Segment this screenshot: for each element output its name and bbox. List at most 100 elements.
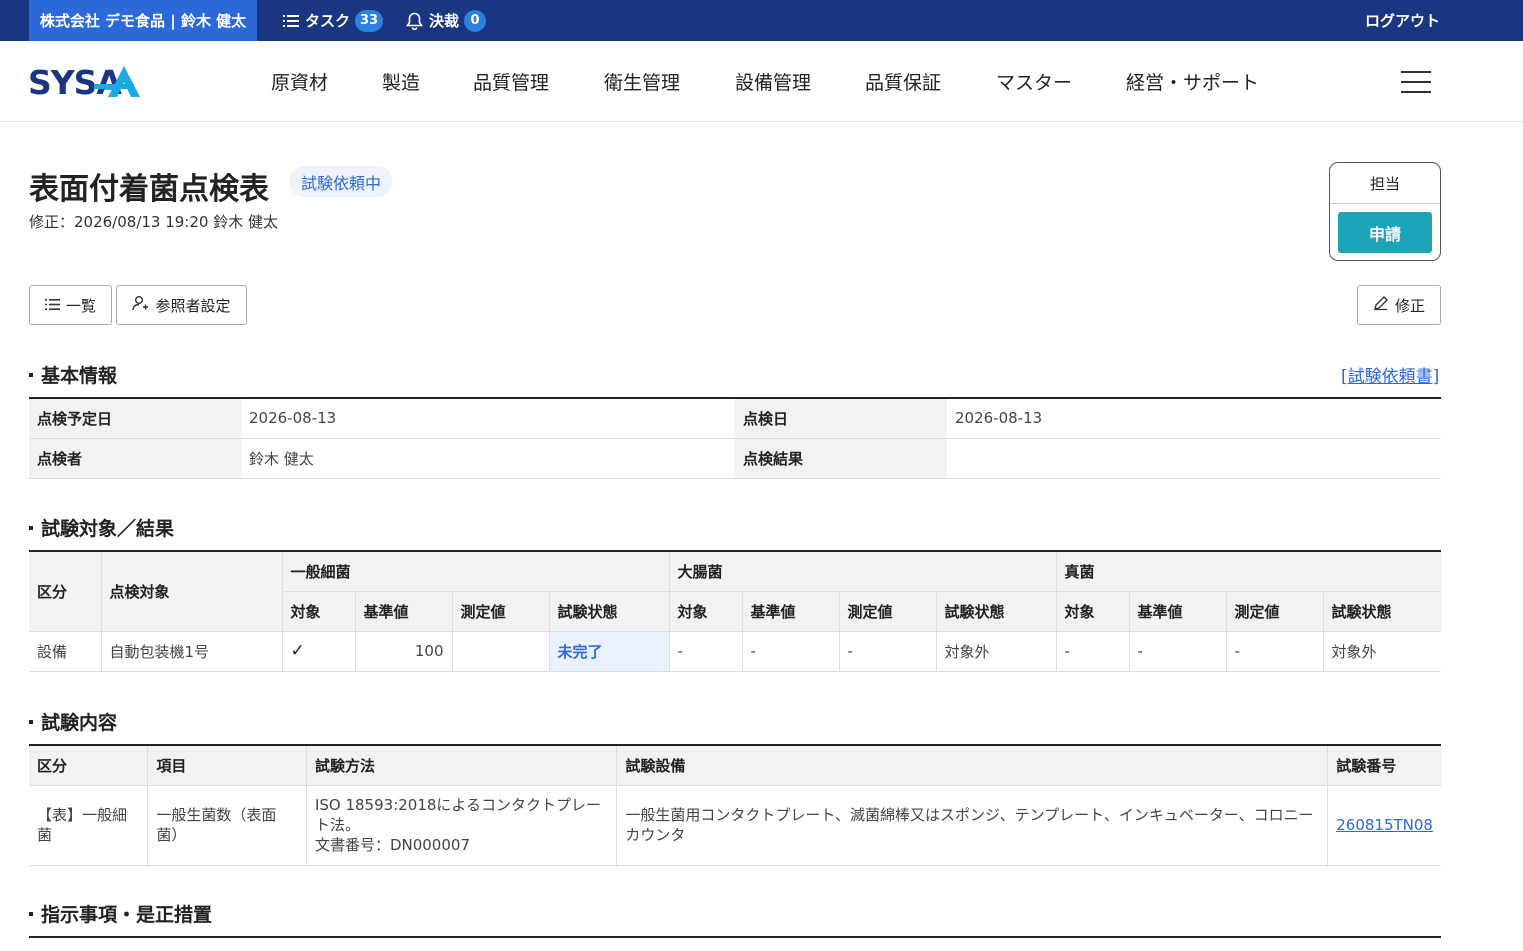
list-icon [44, 296, 60, 314]
target-cell: - [669, 631, 743, 672]
add-user-icon [132, 295, 149, 316]
inspection-result-value [947, 438, 1441, 479]
sub-header: 基準値 [742, 591, 840, 632]
sub-header: 測定値 [1226, 591, 1324, 632]
standard-value: - [1129, 631, 1227, 672]
list-button[interactable]: 一覧 [29, 285, 112, 325]
basic-info-table: 点検予定日 2026-08-13 点検日 2026-08-13 点検者 鈴木 健… [29, 397, 1441, 479]
group-coliform: 大腸菌 [669, 551, 1057, 592]
standard-value: - [742, 631, 840, 672]
check-mark: ✓ [282, 631, 356, 672]
nav-quality-assurance[interactable]: 品質保証 [865, 41, 941, 122]
table-header-row: 区分 点検対象 一般細菌 大腸菌 真菌 [29, 551, 1441, 632]
sub-header: 測定値 [839, 591, 937, 632]
nav-management-support[interactable]: 経営・サポート [1126, 41, 1259, 122]
approval-box: 担当 申請 [1329, 162, 1441, 261]
top-bar: 株式会社 デモ食品 | 鈴木 健太 タスク 33 決裁 0 ログアウト [0, 0, 1523, 41]
content-method: ISO 18593:2018によるコンタクトプレート法。 文書番号：DN0000… [306, 785, 618, 866]
approval-count-badge: 0 [464, 9, 487, 32]
approval-link[interactable]: 決裁 0 [406, 0, 487, 41]
test-content-table: 区分 項目 試験方法 試験設備 試験番号 【表】一般細菌 一般生菌数（表面菌） … [29, 744, 1441, 866]
content-equipment: 一般生菌用コンタクトプレート、滅菌綿棒又はスポンジ、テンプレート、インキュベータ… [616, 785, 1329, 866]
viewer-settings-label: 参照者設定 [155, 296, 231, 315]
nav-equipment[interactable]: 設備管理 [735, 41, 811, 122]
inspector-label: 点検者 [29, 438, 241, 479]
list-button-label: 一覧 [65, 296, 96, 315]
bell-icon [406, 12, 423, 30]
col-item: 項目 [147, 745, 307, 786]
inspector-value: 鈴木 健太 [241, 438, 735, 479]
edit-button-label: 修正 [1394, 296, 1425, 315]
standard-value: 100 [355, 631, 453, 672]
test-content-title: 試験内容 [29, 708, 117, 735]
inspection-date-label: 点検日 [735, 398, 947, 439]
hamburger-menu-icon[interactable] [1401, 71, 1431, 93]
results-title: 試験対象／結果 [29, 514, 174, 541]
document-number: 文書番号：DN000007 [314, 836, 470, 855]
approval-role: 担当 [1330, 163, 1440, 204]
row-target: 自動包装機1号 [101, 631, 283, 672]
test-request-link[interactable]: [試験依頼書] [1341, 362, 1439, 387]
basic-info-title: 基本情報 [29, 361, 117, 388]
target-cell: - [1056, 631, 1130, 672]
sub-header: 試験状態 [936, 591, 1057, 632]
sub-header: 対象 [282, 591, 356, 632]
group-general-bacteria: 一般細菌 [282, 551, 670, 592]
table-row: 設備 自動包装機1号 ✓ 100 未完了 - - - 対象外 - - - 対象外 [29, 631, 1441, 672]
nav-raw-materials[interactable]: 原資材 [271, 41, 328, 122]
content-item: 一般生菌数（表面菌） [147, 785, 307, 866]
apply-button[interactable]: 申請 [1338, 212, 1432, 253]
nav-hygiene[interactable]: 衛生管理 [604, 41, 680, 122]
status-badge: 試験依頼中 [290, 166, 393, 197]
table-row: 点検者 鈴木 健太 点検結果 [29, 438, 1441, 479]
task-count-badge: 33 [355, 9, 384, 32]
results-table: 区分 点検対象 一般細菌 大腸菌 真菌 対象 基準値 測定値 試験状態 対象 基… [29, 550, 1441, 672]
test-status-pending[interactable]: 未完了 [549, 631, 670, 672]
nav-master[interactable]: マスター [996, 41, 1072, 122]
modified-info: 修正：2026/08/13 19:20 鈴木 健太 [29, 213, 278, 231]
viewer-settings-button[interactable]: 参照者設定 [116, 285, 247, 325]
content-test-number: 260815TN08 [1327, 785, 1441, 866]
sysa-logo[interactable]: SYSA [28, 64, 144, 98]
measured-value: - [1226, 631, 1324, 672]
sub-header: 基準値 [355, 591, 453, 632]
instructions-title: 指示事項・是正措置 [29, 900, 212, 927]
task-label: タスク [305, 12, 351, 30]
company-user[interactable]: 株式会社 デモ食品 | 鈴木 健太 [29, 0, 257, 41]
nav-quality-control[interactable]: 品質管理 [473, 41, 549, 122]
measured-value: - [839, 631, 937, 672]
sub-header: 対象 [1056, 591, 1130, 632]
approval-label: 決裁 [429, 12, 460, 30]
logout-link[interactable]: ログアウト [1365, 0, 1440, 41]
section-divider [29, 936, 1441, 938]
measured-value [452, 631, 550, 672]
row-category: 設備 [29, 631, 102, 672]
sub-header: 基準値 [1129, 591, 1227, 632]
inspection-date-value: 2026-08-13 [947, 398, 1441, 439]
logo-text: SYSA [28, 64, 122, 98]
main-header: SYSA 原資材 製造 品質管理 衛生管理 設備管理 品質保証 マスター 経営・… [0, 41, 1523, 122]
sub-header: 測定値 [452, 591, 550, 632]
task-link[interactable]: タスク 33 [283, 0, 384, 41]
test-number-link[interactable]: 260815TN08 [1336, 816, 1433, 834]
col-target: 点検対象 [101, 551, 283, 632]
col-equipment: 試験設備 [616, 745, 1329, 786]
table-row: 点検予定日 2026-08-13 点検日 2026-08-13 [29, 398, 1441, 439]
sub-header: 対象 [669, 591, 743, 632]
col-category: 区分 [29, 745, 149, 786]
sub-header: 試験状態 [549, 591, 670, 632]
scheduled-date-label: 点検予定日 [29, 398, 241, 439]
scheduled-date-value: 2026-08-13 [241, 398, 735, 439]
pencil-icon [1373, 295, 1389, 315]
group-fungi: 真菌 [1056, 551, 1441, 592]
table-header-row: 区分 項目 試験方法 試験設備 試験番号 [29, 745, 1441, 786]
test-status: 対象外 [1323, 631, 1441, 672]
col-test-number: 試験番号 [1327, 745, 1441, 786]
test-status: 対象外 [936, 631, 1057, 672]
content-category: 【表】一般細菌 [29, 785, 149, 866]
nav-manufacturing[interactable]: 製造 [382, 41, 420, 122]
method-text: ISO 18593:2018によるコンタクトプレート法。 [314, 795, 601, 834]
inspection-result-label: 点検結果 [735, 438, 947, 479]
edit-button[interactable]: 修正 [1357, 285, 1441, 325]
col-category: 区分 [29, 551, 102, 632]
